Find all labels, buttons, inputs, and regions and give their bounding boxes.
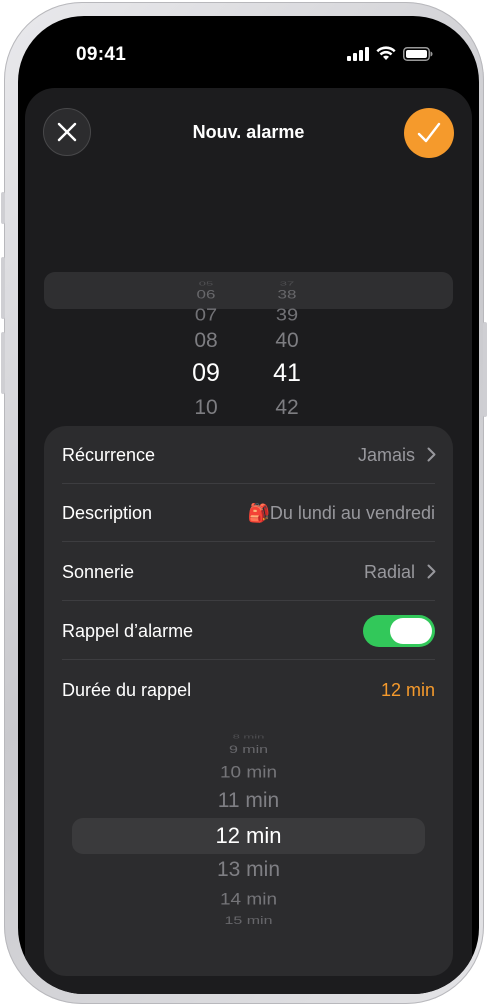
hour-option[interactable]: 10 [176,396,236,420]
repeat-value: Jamais [357,445,415,465]
repeat-label: Récurrence [62,445,156,465]
description-label: Description [62,503,153,523]
duration-option[interactable]: 11 min [44,789,453,813]
sound-label: Sonnerie [62,562,135,582]
duration-option[interactable]: 8 min [44,733,453,740]
hour-option[interactable]: 07 [176,305,236,325]
row-separator [62,541,435,542]
snooze-toggle[interactable] [363,615,435,647]
duration-option[interactable]: 10 min [44,763,453,782]
minute-option[interactable]: 42 [257,396,317,420]
checkmark-icon [417,122,441,143]
cellular-signal-icon [347,46,369,61]
battery-icon [403,46,433,61]
chevron-right-icon [427,447,436,462]
confirm-button[interactable] [404,108,454,158]
minute-option[interactable]: 38 [257,288,317,302]
snooze-duration-row[interactable]: Durée du rappel 12 min [44,661,453,719]
action-button [1,192,5,224]
duration-option[interactable]: 15 min [44,915,453,928]
description-text: Du lundi au vendredi [269,503,435,523]
sound-row[interactable]: Sonnerie Radial [44,543,453,601]
status-bar: 09:41 [18,16,479,86]
hour-selected[interactable]: 09 [176,359,236,388]
minute-option[interactable]: 39 [257,305,317,325]
duration-selected[interactable]: 12 min [44,823,453,849]
repeat-row[interactable]: Récurrence Jamais [44,426,453,484]
description-row[interactable]: Description 🎒Du lundi au vendredi [44,484,453,542]
description-value: 🎒Du lundi au vendredi [247,484,435,542]
hour-option[interactable]: 08 [176,329,236,353]
sound-value: Radial [363,562,415,582]
backpack-icon: 🎒 [247,503,270,523]
snooze-duration-label: Durée du rappel [62,680,192,700]
chevron-right-icon [427,564,436,579]
alarm-options-card: Récurrence Jamais Description 🎒Du lundi … [44,426,453,976]
minute-option[interactable]: 40 [257,329,317,353]
new-alarm-sheet: Nouv. alarme 050607080910111213 37383940… [25,88,472,994]
time-picker[interactable]: 050607080910111213 373839404142434445 [25,188,472,478]
status-icons [347,46,433,61]
volume-down-button [1,332,5,394]
volume-up-button [1,257,5,319]
duration-option[interactable]: 14 min [44,890,453,909]
screen: 09:41 Nouv. alarme 05 06 07 08 09 10 37 … [18,16,479,994]
snooze-duration-value: 12 min [380,680,435,700]
time-picker-selection [44,272,453,309]
toggle-knob [390,618,432,644]
minute-selected[interactable]: 41 [257,359,317,388]
minute-option[interactable]: 37 [257,280,317,287]
phone-frame: 09:41 Nouv. alarme 05 06 07 08 09 10 37 … [1,2,487,1004]
snooze-label: Rappel d’alarme [62,621,194,641]
duration-option[interactable]: 9 min [44,744,453,757]
hour-option[interactable]: 06 [176,288,236,302]
wifi-icon [376,46,396,60]
hour-option[interactable]: 05 [176,280,236,287]
duration-picker[interactable]: 8 min 9 min 10 min 11 min 12 min 13 min 14 min… [44,726,453,936]
snooze-row: Rappel d’alarme [44,602,453,660]
row-separator [62,600,435,601]
status-time: 09:41 [76,44,127,65]
row-separator [62,659,435,660]
power-button [483,322,487,417]
duration-option[interactable]: 13 min [44,858,453,882]
